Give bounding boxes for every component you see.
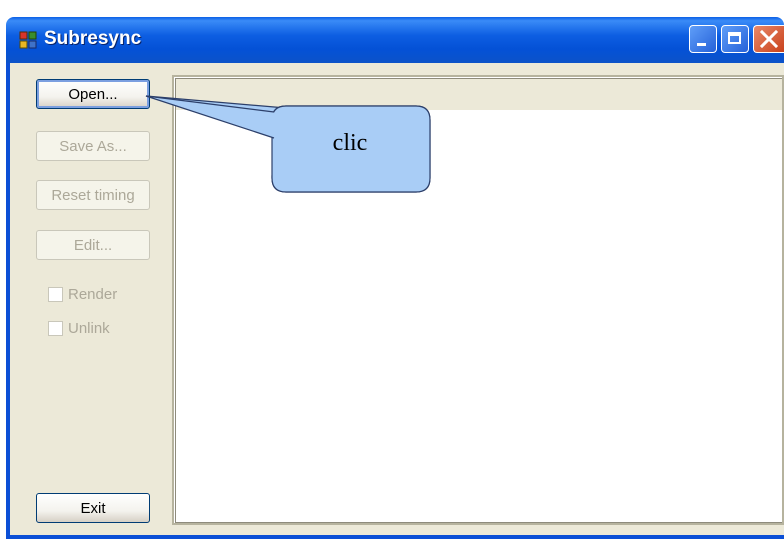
callout-text: clic — [332, 130, 368, 156]
callout-bubble — [145, 95, 431, 193]
subresync-window: Subresync Open... Save As... Reset timin… — [0, 0, 784, 539]
